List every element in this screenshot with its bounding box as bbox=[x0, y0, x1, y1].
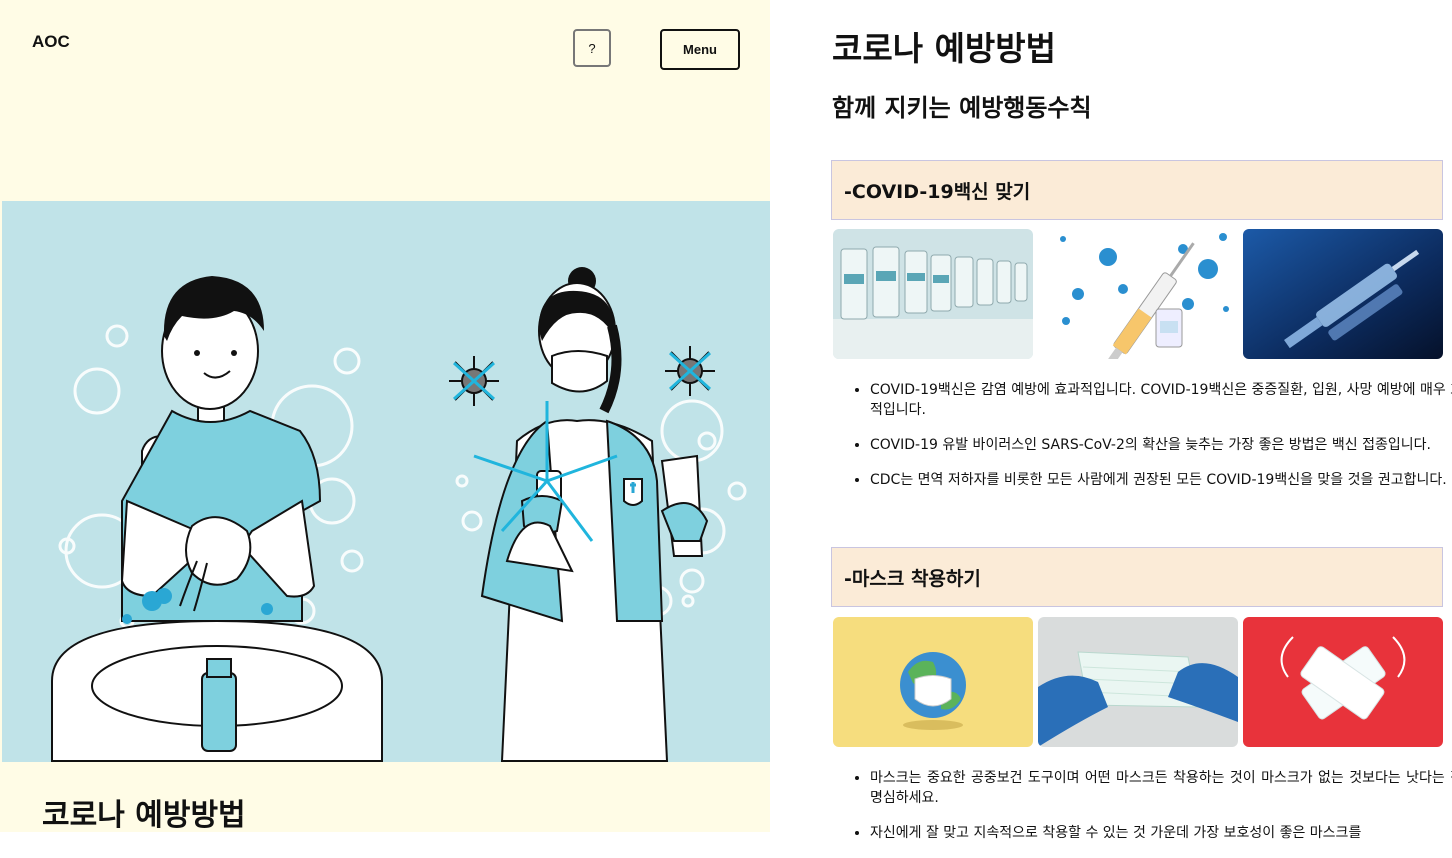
list-item: 자신에게 잘 맞고 지속적으로 착용할 수 있는 것 가운데 가장 보호성이 좋… bbox=[870, 823, 1452, 843]
vaccine-image-row bbox=[833, 229, 1443, 359]
hero-title: 코로나 예방방법 bbox=[42, 798, 246, 833]
list-item: CDC는 면역 저하자를 비롯한 모든 사람에게 권장된 모든 COVID-19… bbox=[870, 470, 1452, 490]
syringe-virus-image bbox=[1038, 229, 1238, 359]
article-panel: 코로나 예방방법 함께 지키는 예방행동수칙 -COVID-19백신 맞기 • … bbox=[770, 0, 1452, 841]
man-figure bbox=[120, 276, 322, 622]
help-button[interactable]: ? bbox=[573, 29, 611, 67]
handwashing-sanitizer-illustration bbox=[51, 267, 747, 762]
gloves-mask-image bbox=[1038, 617, 1238, 747]
syringe-blue-image bbox=[1243, 229, 1443, 359]
section-heading-vaccine: -COVID-19백신 맞기 bbox=[831, 160, 1443, 220]
page-title: 코로나 예방방법 bbox=[832, 29, 1057, 68]
list-item: 마스크는 중요한 공중보건 도구이며 어떤 마스크든 착용하는 것이 마스크가 … bbox=[870, 768, 1452, 808]
vaccine-bullet-list: COVID-19백신은 감염 예방에 효과적입니다. COVID-19백신은 중… bbox=[832, 380, 1452, 505]
list-item: COVID-19 유발 바이러스인 SARS-CoV-2의 확산을 늦추는 가장… bbox=[870, 435, 1452, 455]
mask-image-row bbox=[833, 617, 1443, 747]
virus-icon-right bbox=[665, 346, 715, 396]
virus-icon-left bbox=[449, 356, 499, 406]
list-item: COVID-19백신은 감염 예방에 효과적입니다. COVID-19백신은 중… bbox=[870, 380, 1452, 420]
globe-mask-image bbox=[833, 617, 1033, 747]
menu-button[interactable]: Menu bbox=[660, 29, 740, 70]
mask-red-image bbox=[1243, 617, 1443, 747]
vaccine-vials-image bbox=[833, 229, 1033, 359]
section-heading-mask: -마스크 착용하기 bbox=[831, 547, 1443, 607]
mask-bullet-list: 마스크는 중요한 공중보건 도구이며 어떤 마스크든 착용하는 것이 마스크가 … bbox=[832, 768, 1452, 858]
page-subtitle: 함께 지키는 예방행동수칙 bbox=[832, 94, 1092, 122]
site-brand[interactable]: AOC bbox=[32, 32, 70, 52]
site-header: AOC ? Menu bbox=[0, 0, 770, 100]
woman-figure bbox=[473, 267, 709, 762]
hero-illustration bbox=[2, 201, 770, 762]
left-panel: AOC ? Menu 코로나 예방방법 bbox=[0, 0, 770, 833]
